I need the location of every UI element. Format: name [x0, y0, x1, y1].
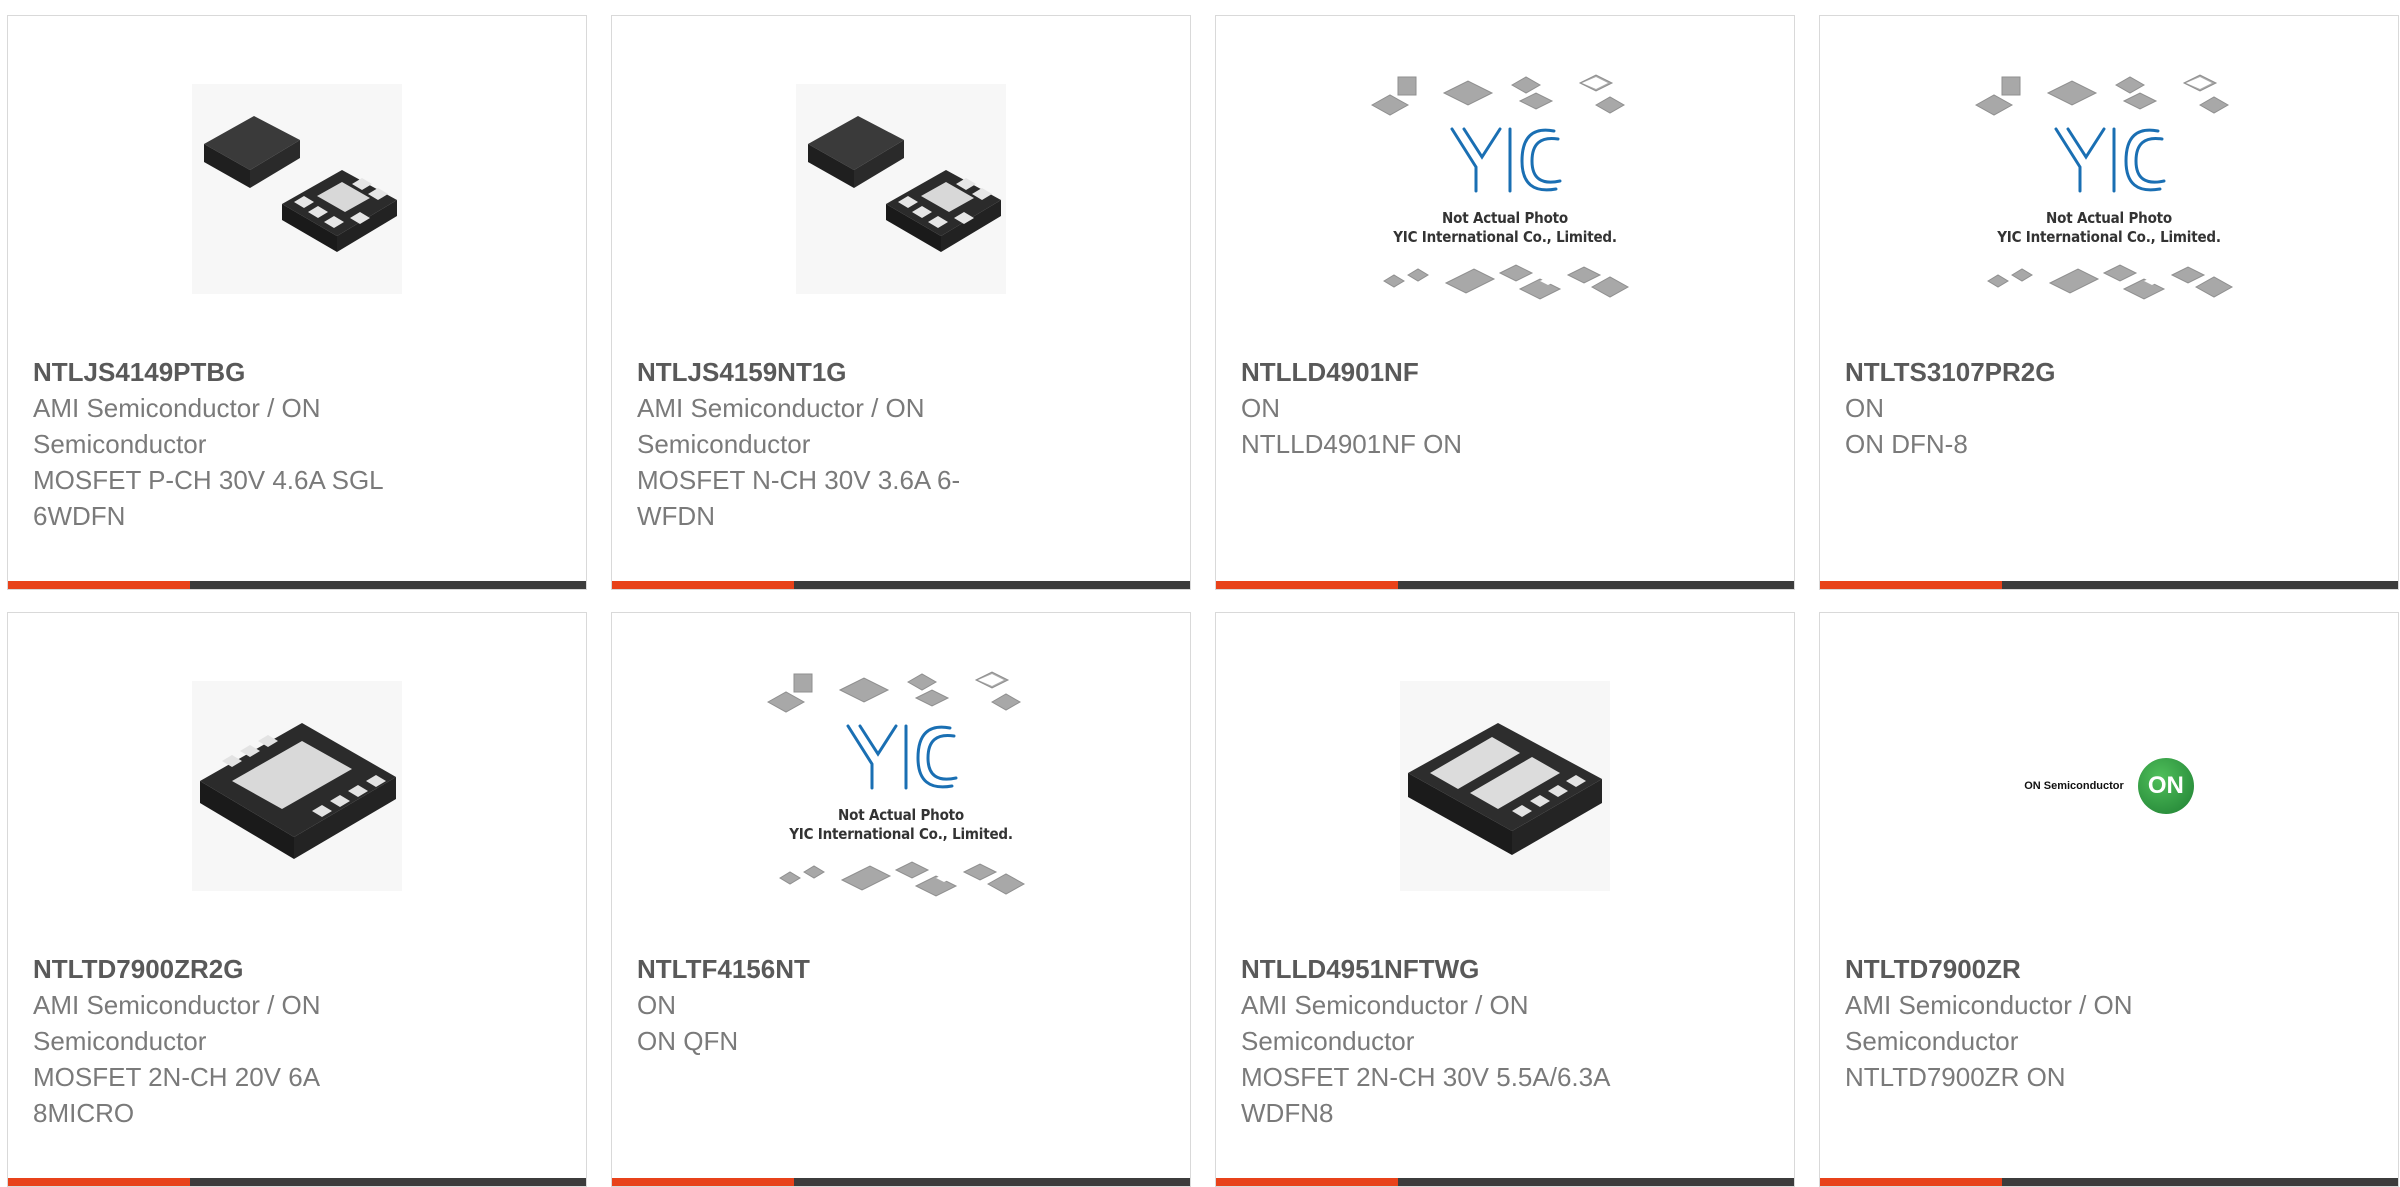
card-bottom-bar: [1820, 1178, 2398, 1186]
card-accent-bar: [1216, 1178, 1398, 1186]
product-grid: NTLJS4149PTBG AMI Semiconductor / ON Semi…: [7, 15, 2399, 1187]
card-accent-bar: [8, 1178, 190, 1186]
part-number-link[interactable]: NTLJS4149PTBG: [33, 356, 411, 388]
placeholder-image: Not Actual Photo YIC International Co., …: [1974, 69, 2244, 309]
card-accent-bar: [1216, 581, 1398, 589]
chip-package-icon: [1400, 680, 1610, 891]
chips-collage-icon: [1974, 73, 2234, 300]
description-text: NTLTD7900ZR ON: [1845, 1062, 2066, 1092]
placeholder-line2: YIC International Co., Limited.: [1997, 227, 2221, 246]
part-number-link[interactable]: NTLTD7900ZR: [1845, 953, 2223, 985]
product-image[interactable]: ON Semiconductor ON: [1820, 613, 2398, 958]
manufacturer-text: ON: [637, 990, 676, 1020]
logo-brand-text: ON Semiconductor: [2024, 779, 2124, 792]
product-info: NTLLD4951NFTWG AMI Semiconductor / ON Sem…: [1241, 953, 1619, 1131]
product-image[interactable]: [612, 16, 1190, 361]
description-text: NTLLD4901NF ON: [1241, 429, 1463, 459]
card-bottom-bar: [612, 1178, 1190, 1186]
manufacturer-text: AMI Semiconductor / ON Semiconductor: [33, 990, 321, 1056]
product-info: NTLJS4159NT1G AMI Semiconductor / ON Semi…: [637, 356, 1015, 534]
product-card[interactable]: Not Actual Photo YIC International Co., …: [1819, 15, 2399, 590]
manufacturer-text: AMI Semiconductor / ON Semiconductor: [1845, 990, 2133, 1056]
chips-collage-icon: [766, 670, 1026, 897]
product-image[interactable]: Not Actual Photo YIC International Co., …: [1820, 16, 2398, 361]
on-badge-text: ON: [2147, 771, 2184, 799]
card-bottom-bar: [1216, 1178, 1794, 1186]
placeholder-line1: Not Actual Photo: [1442, 208, 1568, 227]
placeholder-image: Not Actual Photo YIC International Co., …: [766, 666, 1036, 906]
manufacturer-text: ON: [1845, 393, 1884, 423]
product-info: NTLTF4156NT ON ON QFN: [637, 953, 1015, 1059]
part-number-link[interactable]: NTLTD7900ZR2G: [33, 953, 411, 985]
description-text: ON DFN-8: [1845, 429, 1968, 459]
product-image[interactable]: Not Actual Photo YIC International Co., …: [1216, 16, 1794, 361]
chip-package-icon: [192, 83, 402, 294]
description-text: MOSFET 2N-CH 20V 6A 8MICRO: [33, 1062, 319, 1128]
placeholder-caption: Not Actual Photo YIC International Co., …: [1974, 209, 2244, 247]
card-accent-bar: [1820, 1178, 2002, 1186]
part-number-link[interactable]: NTLLD4951NFTWG: [1241, 953, 1619, 985]
manufacturer-text: AMI Semiconductor / ON Semiconductor: [33, 393, 321, 459]
card-accent-bar: [1820, 581, 2002, 589]
manufacturer-text: AMI Semiconductor / ON Semiconductor: [1241, 990, 1529, 1056]
card-accent-bar: [8, 581, 190, 589]
product-card[interactable]: NTLLD4951NFTWG AMI Semiconductor / ON Sem…: [1215, 612, 1795, 1187]
product-card[interactable]: Not Actual Photo YIC International Co., …: [1215, 15, 1795, 590]
product-card[interactable]: Not Actual Photo YIC International Co., …: [611, 612, 1191, 1187]
description-text: MOSFET 2N-CH 30V 5.5A/6.3A WDFN8: [1241, 1062, 1609, 1128]
card-bottom-bar: [612, 581, 1190, 589]
product-info: NTLLD4901NF ON NTLLD4901NF ON: [1241, 356, 1619, 462]
placeholder-image: Not Actual Photo YIC International Co., …: [1370, 69, 1640, 309]
product-image[interactable]: Not Actual Photo YIC International Co., …: [612, 613, 1190, 958]
part-number-link[interactable]: NTLTS3107PR2G: [1845, 356, 2223, 388]
placeholder-line1: Not Actual Photo: [838, 805, 964, 824]
chips-collage-icon: [1370, 73, 1630, 300]
part-number-link[interactable]: NTLTF4156NT: [637, 953, 1015, 985]
product-card[interactable]: NTLJS4159NT1G AMI Semiconductor / ON Semi…: [611, 15, 1191, 590]
product-info: NTLJS4149PTBG AMI Semiconductor / ON Semi…: [33, 356, 411, 534]
card-accent-bar: [612, 581, 794, 589]
description-text: MOSFET P-CH 30V 4.6A SGL 6WDFN: [33, 465, 383, 531]
part-number-link[interactable]: NTLJS4159NT1G: [637, 356, 1015, 388]
manufacturer-text: ON: [1241, 393, 1280, 423]
placeholder-caption: Not Actual Photo YIC International Co., …: [1370, 209, 1640, 247]
part-number-link[interactable]: NTLLD4901NF: [1241, 356, 1619, 388]
description-text: ON QFN: [637, 1026, 739, 1056]
placeholder-line1: Not Actual Photo: [2046, 208, 2172, 227]
chip-package-icon: [192, 680, 402, 891]
manufacturer-text: AMI Semiconductor / ON Semiconductor: [637, 393, 925, 459]
placeholder-caption: Not Actual Photo YIC International Co., …: [766, 806, 1036, 844]
card-bottom-bar: [8, 1178, 586, 1186]
product-card[interactable]: NTLTD7900ZR2G AMI Semiconductor / ON Semi…: [7, 612, 587, 1187]
product-card[interactable]: ON Semiconductor ON NTLTD7900ZR AMI Semic…: [1819, 612, 2399, 1187]
product-image[interactable]: [1216, 613, 1794, 958]
placeholder-line2: YIC International Co., Limited.: [789, 824, 1013, 843]
product-image[interactable]: [8, 613, 586, 958]
chip-package-icon: [796, 83, 1006, 294]
product-card[interactable]: NTLJS4149PTBG AMI Semiconductor / ON Semi…: [7, 15, 587, 590]
card-bottom-bar: [1820, 581, 2398, 589]
product-info: NTLTD7900ZR2G AMI Semiconductor / ON Semi…: [33, 953, 411, 1131]
card-bottom-bar: [8, 581, 586, 589]
product-info: NTLTD7900ZR AMI Semiconductor / ON Semico…: [1845, 953, 2223, 1095]
product-image[interactable]: [8, 16, 586, 361]
description-text: MOSFET N-CH 30V 3.6A 6-WFDN: [637, 465, 961, 531]
on-semiconductor-logo: ON Semiconductor ON: [2024, 757, 2194, 814]
card-accent-bar: [612, 1178, 794, 1186]
on-badge-icon: ON: [2137, 757, 2194, 814]
card-bottom-bar: [1216, 581, 1794, 589]
product-info: NTLTS3107PR2G ON ON DFN-8: [1845, 356, 2223, 462]
placeholder-line2: YIC International Co., Limited.: [1393, 227, 1617, 246]
